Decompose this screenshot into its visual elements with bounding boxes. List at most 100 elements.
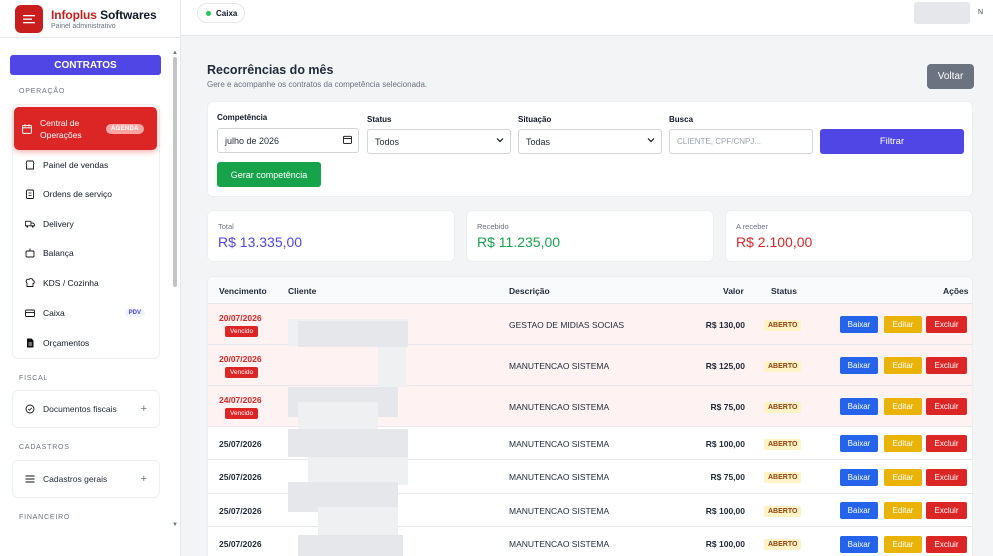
sidebar-item-cadastros-gerais[interactable]: Cadastros gerais + [12,460,160,498]
description: MANUTENCAO SISTEMA [509,439,610,449]
baixar-button[interactable]: Baixar [840,435,878,452]
table-row: 20/07/2026 Vencido MANUTENCAO SISTEMA R$ 12… [208,345,972,386]
filter-button[interactable]: Filtrar [820,129,964,154]
baixar-button[interactable]: Baixar [840,398,878,415]
excluir-button[interactable]: Excluir [926,357,967,374]
baixar-button[interactable]: Baixar [840,469,878,486]
amount: R$ 125,00 [705,361,745,371]
situacao-select[interactable]: Todas [518,129,662,154]
editar-button[interactable]: Editar [884,357,922,374]
sidebar-item-label: Orçamentos [43,338,90,348]
sidebar-item-kds-cozinha[interactable]: KDS / Cozinha [25,276,155,290]
excluir-button[interactable]: Excluir [926,316,967,333]
stat-value: R$ 11.235,00 [477,234,561,250]
amount: R$ 130,00 [705,320,745,330]
caixa-label: Caixa [216,8,238,18]
due-date: 20/07/2026 [219,354,262,364]
stat-label: Total [218,222,234,231]
redacted-client [298,321,408,347]
store-icon [25,160,35,170]
sidebar-item-label: Balança [43,248,74,258]
expand-icon[interactable]: + [141,473,147,485]
sidebar-scrollbar[interactable] [173,57,177,287]
document-icon [25,338,35,348]
overdue-badge: Vencido [225,326,259,337]
excluir-button[interactable]: Excluir [926,398,967,415]
brand-header: Infoplus Softwares Painel administrativo [0,0,180,38]
calendar-icon[interactable] [343,135,352,146]
baixar-button[interactable]: Baixar [840,502,878,519]
menu-toggle-button[interactable] [15,4,43,33]
competencia-input[interactable]: julho de 2026 [217,128,359,153]
editar-button[interactable]: Editar [884,536,922,553]
sidebar-item-label: Delivery [43,219,74,229]
editar-button[interactable]: Editar [884,435,922,452]
sidebar-item-central-operacoes[interactable]: Central de Operações AGENDA [14,107,157,150]
description: MANUTENCAO SISTEMA [509,402,610,412]
recurrences-table: Vencimento Cliente Descrição Valor Statu… [207,276,973,556]
due-date: 25/07/2026 [219,472,262,482]
status-select-value: Todos [375,136,400,147]
excluir-button[interactable]: Excluir [926,502,967,519]
status-badge: ABERTO [764,439,802,450]
scroll-down-icon[interactable]: ▼ [172,522,178,528]
due-date: 25/07/2026 [219,539,262,549]
stat-total: Total R$ 13.335,00 [207,210,455,262]
scroll-up-icon[interactable]: ▲ [172,50,178,56]
stat-a-receber: A receber R$ 2.100,00 [725,210,973,262]
competencia-label: Competência [217,113,268,122]
baixar-button[interactable]: Baixar [840,536,878,553]
baixar-button[interactable]: Baixar [840,316,878,333]
stat-label: Recebido [477,222,509,231]
excluir-button[interactable]: Excluir [926,536,967,553]
excluir-button[interactable]: Excluir [926,435,967,452]
topbar: Caixa N [181,0,993,36]
baixar-button[interactable]: Baixar [840,357,878,374]
status-badge: ABERTO [764,472,802,483]
description: MANUTENCAO SISTEMA [509,539,610,549]
search-input[interactable]: CLIENTE, CPF/CNPJ... [669,129,813,154]
sidebar-item-delivery[interactable]: Delivery [25,217,155,231]
expand-icon[interactable]: + [141,403,147,415]
contracts-button[interactable]: CONTRATOS [10,55,161,75]
th-acoes: Ações [943,286,969,296]
editar-button[interactable]: Editar [884,398,922,415]
hamburger-icon [23,14,35,23]
sidebar-item-label: KDS / Cozinha [43,278,99,288]
scale-icon [25,248,35,258]
user-initial[interactable]: N [978,9,983,16]
sidebar-item-documentos-fiscais[interactable]: Documentos fiscais + [12,390,160,428]
sidebar-item-caixa[interactable]: Caixa PDV [25,306,155,320]
sidebar-item-balanca[interactable]: Balança [25,246,155,260]
redacted-client [288,429,408,457]
due-date: 25/07/2026 [219,439,262,449]
generate-competencia-button[interactable]: Gerar competência [217,162,321,187]
section-label-operacao: OPERAÇÃO [19,88,66,95]
editar-button[interactable]: Editar [884,316,922,333]
sidebar-item-ordens-servico[interactable]: Ordens de serviço [25,187,155,201]
pdv-badge: PDV [124,309,145,317]
status-select[interactable]: Todos [367,129,511,154]
amount: R$ 75,00 [710,472,746,482]
status-badge: ABERTO [764,506,802,517]
redacted-client [318,507,398,537]
sidebar-item-label: Cadastros gerais [43,474,108,484]
redacted-client [308,457,408,485]
sidebar-item-painel-vendas[interactable]: Painel de vendas [25,158,155,172]
caixa-status-pill[interactable]: Caixa [197,3,245,23]
page-title: Recorrências do mês [207,63,334,77]
page-subtitle: Gere e acompanhe os contratos da competê… [207,80,428,89]
sidebar-item-orcamentos[interactable]: Orçamentos [25,336,155,350]
amount: R$ 75,00 [710,402,746,412]
status-badge: ABERTO [764,539,802,550]
description: MANUTENCAO SISTEMA [509,472,610,482]
sidebar-item-label: Ordens de serviço [43,189,112,199]
avatar[interactable] [914,2,970,24]
status-badge: ABERTO [764,320,802,331]
sidebar-item-label: Documentos fiscais [43,404,117,414]
editar-button[interactable]: Editar [884,502,922,519]
situacao-select-value: Todas [526,136,551,147]
editar-button[interactable]: Editar [884,469,922,486]
excluir-button[interactable]: Excluir [926,469,967,486]
back-button[interactable]: Voltar [927,64,974,89]
